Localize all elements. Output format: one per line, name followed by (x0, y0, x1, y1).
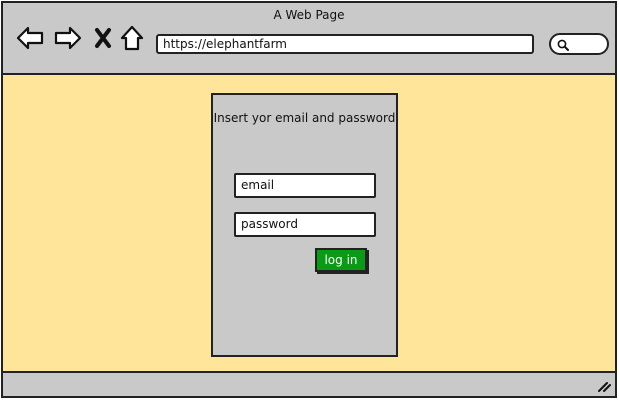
browser-toolbar: A Web Page https://elephantfarm (3, 3, 615, 75)
resize-grip-icon[interactable] (597, 378, 611, 392)
login-instruction: Insert yor email and password (213, 111, 396, 125)
login-panel: Insert yor email and password email pass… (211, 93, 398, 357)
arrow-right-icon (54, 26, 82, 50)
home-icon (120, 25, 144, 51)
address-bar[interactable]: https://elephantfarm (156, 34, 534, 54)
browser-window: A Web Page https://elephantfarm Insert y… (1, 1, 617, 398)
magnifier-icon (557, 39, 569, 51)
home-button[interactable] (117, 23, 147, 53)
password-field[interactable]: password (234, 212, 376, 237)
page-content: Insert yor email and password email pass… (3, 75, 615, 373)
email-field[interactable]: email (234, 173, 376, 198)
login-button[interactable]: log in (315, 248, 367, 272)
x-icon (95, 28, 111, 48)
window-title: A Web Page (273, 8, 345, 22)
forward-button[interactable] (53, 23, 83, 53)
status-bar (3, 371, 615, 396)
arrow-left-icon (16, 26, 44, 50)
search-input[interactable] (549, 33, 609, 55)
back-button[interactable] (15, 23, 45, 53)
stop-button[interactable] (88, 23, 118, 53)
